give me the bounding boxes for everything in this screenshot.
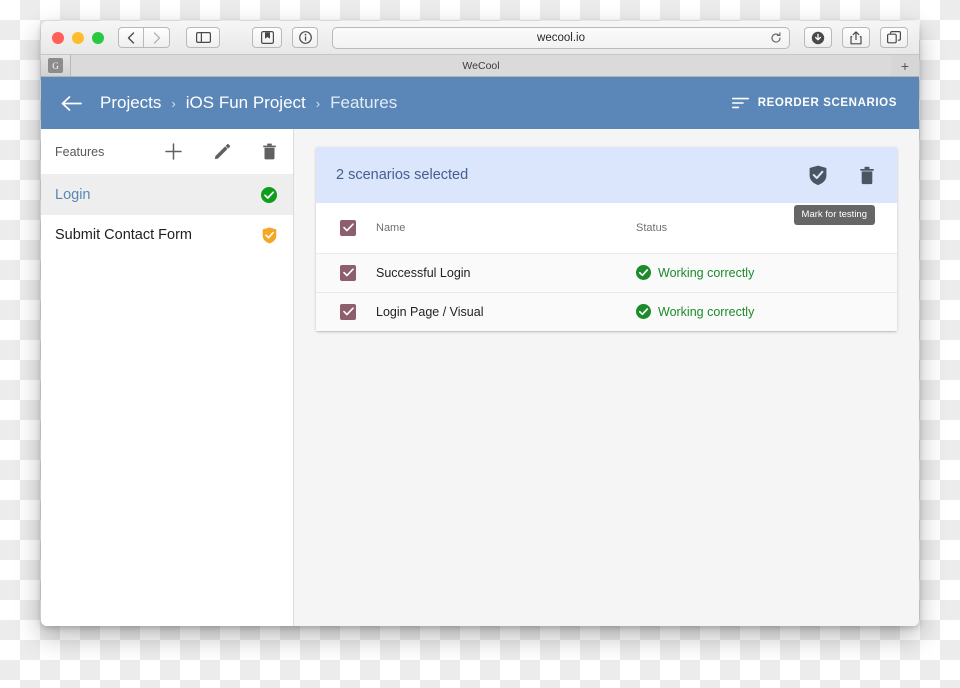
share-icon[interactable]: [842, 27, 870, 48]
close-window-button[interactable]: [52, 31, 64, 44]
url-bar[interactable]: wecool.io: [332, 26, 790, 49]
check-circle-icon: [636, 265, 651, 280]
row-status-label: Working correctly: [658, 265, 755, 280]
sidebar-toggle-button[interactable]: [186, 27, 220, 48]
checkbox-select-all[interactable]: [340, 219, 356, 236]
table-row[interactable]: Login Page / Visual Working correctly: [316, 292, 897, 331]
tabs-icon[interactable]: [880, 27, 908, 48]
add-feature-button[interactable]: [165, 143, 182, 160]
checkbox-row[interactable]: [340, 264, 356, 281]
delete-feature-button[interactable]: [262, 143, 277, 160]
reorder-scenarios-button[interactable]: REORDER SCENARIOS: [731, 97, 897, 109]
breadcrumb-item-features: Features: [330, 93, 398, 112]
reorder-scenarios-label: REORDER SCENARIOS: [757, 97, 897, 109]
browser-tab[interactable]: WeCool: [71, 55, 891, 76]
browser-window: wecool.io G WeCool + Projects › iOS Fun …: [41, 21, 919, 626]
scenarios-card: 2 scenarios selected Mark for testing Na…: [316, 147, 897, 331]
sidebar-title: Features: [55, 144, 105, 159]
url-text: wecool.io: [537, 31, 585, 44]
row-checkbox-cell[interactable]: [316, 292, 376, 331]
check-circle-icon: [261, 187, 277, 203]
plus-icon: +: [900, 57, 910, 74]
table-row[interactable]: Successful Login Working correctly: [316, 253, 897, 293]
sidebar-item-login[interactable]: Login: [41, 175, 293, 215]
header-select-all[interactable]: [316, 203, 376, 254]
zoom-window-button[interactable]: [92, 31, 104, 44]
browser-toolbar: wecool.io: [41, 21, 919, 55]
page-body: Features Login Submit Contact Form 2 sce…: [41, 129, 919, 626]
minimize-window-button[interactable]: [72, 31, 84, 44]
shield-check-icon: [262, 227, 277, 244]
sidebar-item-submit-contact-form[interactable]: Submit Contact Form: [41, 215, 293, 255]
checkbox-row[interactable]: [340, 303, 356, 320]
breadcrumb-item-projects[interactable]: Projects: [100, 93, 161, 113]
sort-icon: [731, 97, 749, 109]
features-sidebar: Features Login Submit Contact Form: [41, 129, 294, 626]
sidebar-item-label: Login: [55, 187, 91, 203]
mark-for-testing-button[interactable]: [809, 165, 827, 186]
row-checkbox-cell[interactable]: [316, 253, 376, 293]
check-circle-icon: [636, 304, 651, 320]
tab-bar: G WeCool +: [41, 55, 919, 77]
tab-title: WeCool: [462, 59, 500, 72]
sidebar-header: Features: [41, 129, 293, 175]
breadcrumb: Projects › iOS Fun Project › Features: [100, 93, 397, 113]
selection-actions: [809, 165, 875, 186]
back-button[interactable]: [118, 27, 144, 48]
row-name: Successful Login: [376, 253, 636, 293]
back-arrow-icon[interactable]: [61, 95, 82, 111]
breadcrumb-item-project[interactable]: iOS Fun Project: [186, 93, 306, 113]
traffic-lights: [52, 31, 104, 44]
row-status-cell: Working correctly: [636, 253, 897, 293]
favicon-letter: G: [48, 58, 63, 73]
new-tab-button[interactable]: +: [891, 55, 919, 76]
forward-button[interactable]: [144, 27, 170, 48]
app-header: Projects › iOS Fun Project › Features RE…: [41, 77, 919, 129]
tooltip-mark-for-testing: Mark for testing: [793, 205, 875, 225]
chevron-right-icon: ›: [171, 95, 176, 111]
row-status-cell: Working correctly: [636, 292, 897, 331]
row-status-label: Working correctly: [658, 304, 755, 319]
sidebar-actions: [165, 143, 277, 160]
edit-feature-button[interactable]: [214, 143, 230, 160]
chevron-right-icon: ›: [315, 95, 321, 111]
delete-scenarios-button[interactable]: [859, 166, 875, 185]
header-name[interactable]: Name: [376, 203, 636, 254]
sidebar-item-label: Submit Contact Form: [55, 227, 192, 243]
selection-toolbar: 2 scenarios selected: [316, 147, 897, 203]
main-content: 2 scenarios selected Mark for testing Na…: [294, 129, 919, 626]
nav-buttons: [118, 27, 170, 48]
reload-icon[interactable]: [770, 31, 782, 44]
favicon-button[interactable]: G: [41, 55, 71, 76]
selection-count-label: 2 scenarios selected: [336, 167, 469, 183]
row-name: Login Page / Visual: [376, 304, 484, 319]
info-icon[interactable]: [292, 27, 318, 48]
download-icon[interactable]: [804, 27, 832, 48]
page-viewport: Projects › iOS Fun Project › Features RE…: [41, 77, 919, 626]
reader-button[interactable]: [252, 27, 282, 48]
